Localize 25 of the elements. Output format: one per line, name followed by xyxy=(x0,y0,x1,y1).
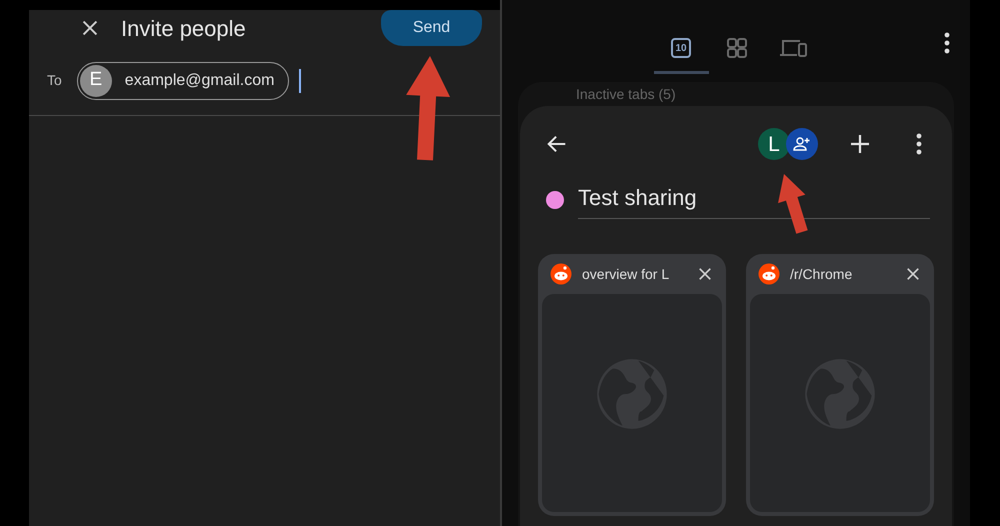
text-cursor xyxy=(299,68,302,92)
back-arrow-icon[interactable] xyxy=(546,133,568,155)
arrow-annotation xyxy=(778,174,808,234)
inactive-tabs-label: Inactive tabs (5) xyxy=(576,84,676,104)
more-icon[interactable] xyxy=(916,133,922,155)
alien-face-icon xyxy=(550,263,572,285)
plus-icon[interactable] xyxy=(850,134,870,154)
dialog-title: Invite people xyxy=(121,14,246,43)
tab-card[interactable]: overview for L xyxy=(538,254,726,516)
member-avatar: L xyxy=(758,128,790,160)
recipient-email: example@gmail.com xyxy=(124,70,274,90)
to-label: To xyxy=(47,71,62,90)
devices-icon xyxy=(779,38,807,58)
tab-card[interactable]: /r/Chrome xyxy=(746,254,934,516)
tab-title: /r/Chrome xyxy=(790,264,854,284)
avatar: E xyxy=(80,64,112,96)
alien-face-icon xyxy=(758,263,780,285)
tab-title: overview for L xyxy=(582,264,670,284)
more-icon[interactable] xyxy=(944,32,950,54)
grid-icon xyxy=(727,38,747,58)
recipient-chip[interactable]: E example@gmail.com xyxy=(76,62,290,100)
add-person-icon[interactable] xyxy=(786,128,818,160)
switcher-tab[interactable]: 10 xyxy=(653,30,709,74)
tab-count-icon: 10 xyxy=(671,38,691,58)
send-button[interactable]: Send xyxy=(381,10,482,46)
